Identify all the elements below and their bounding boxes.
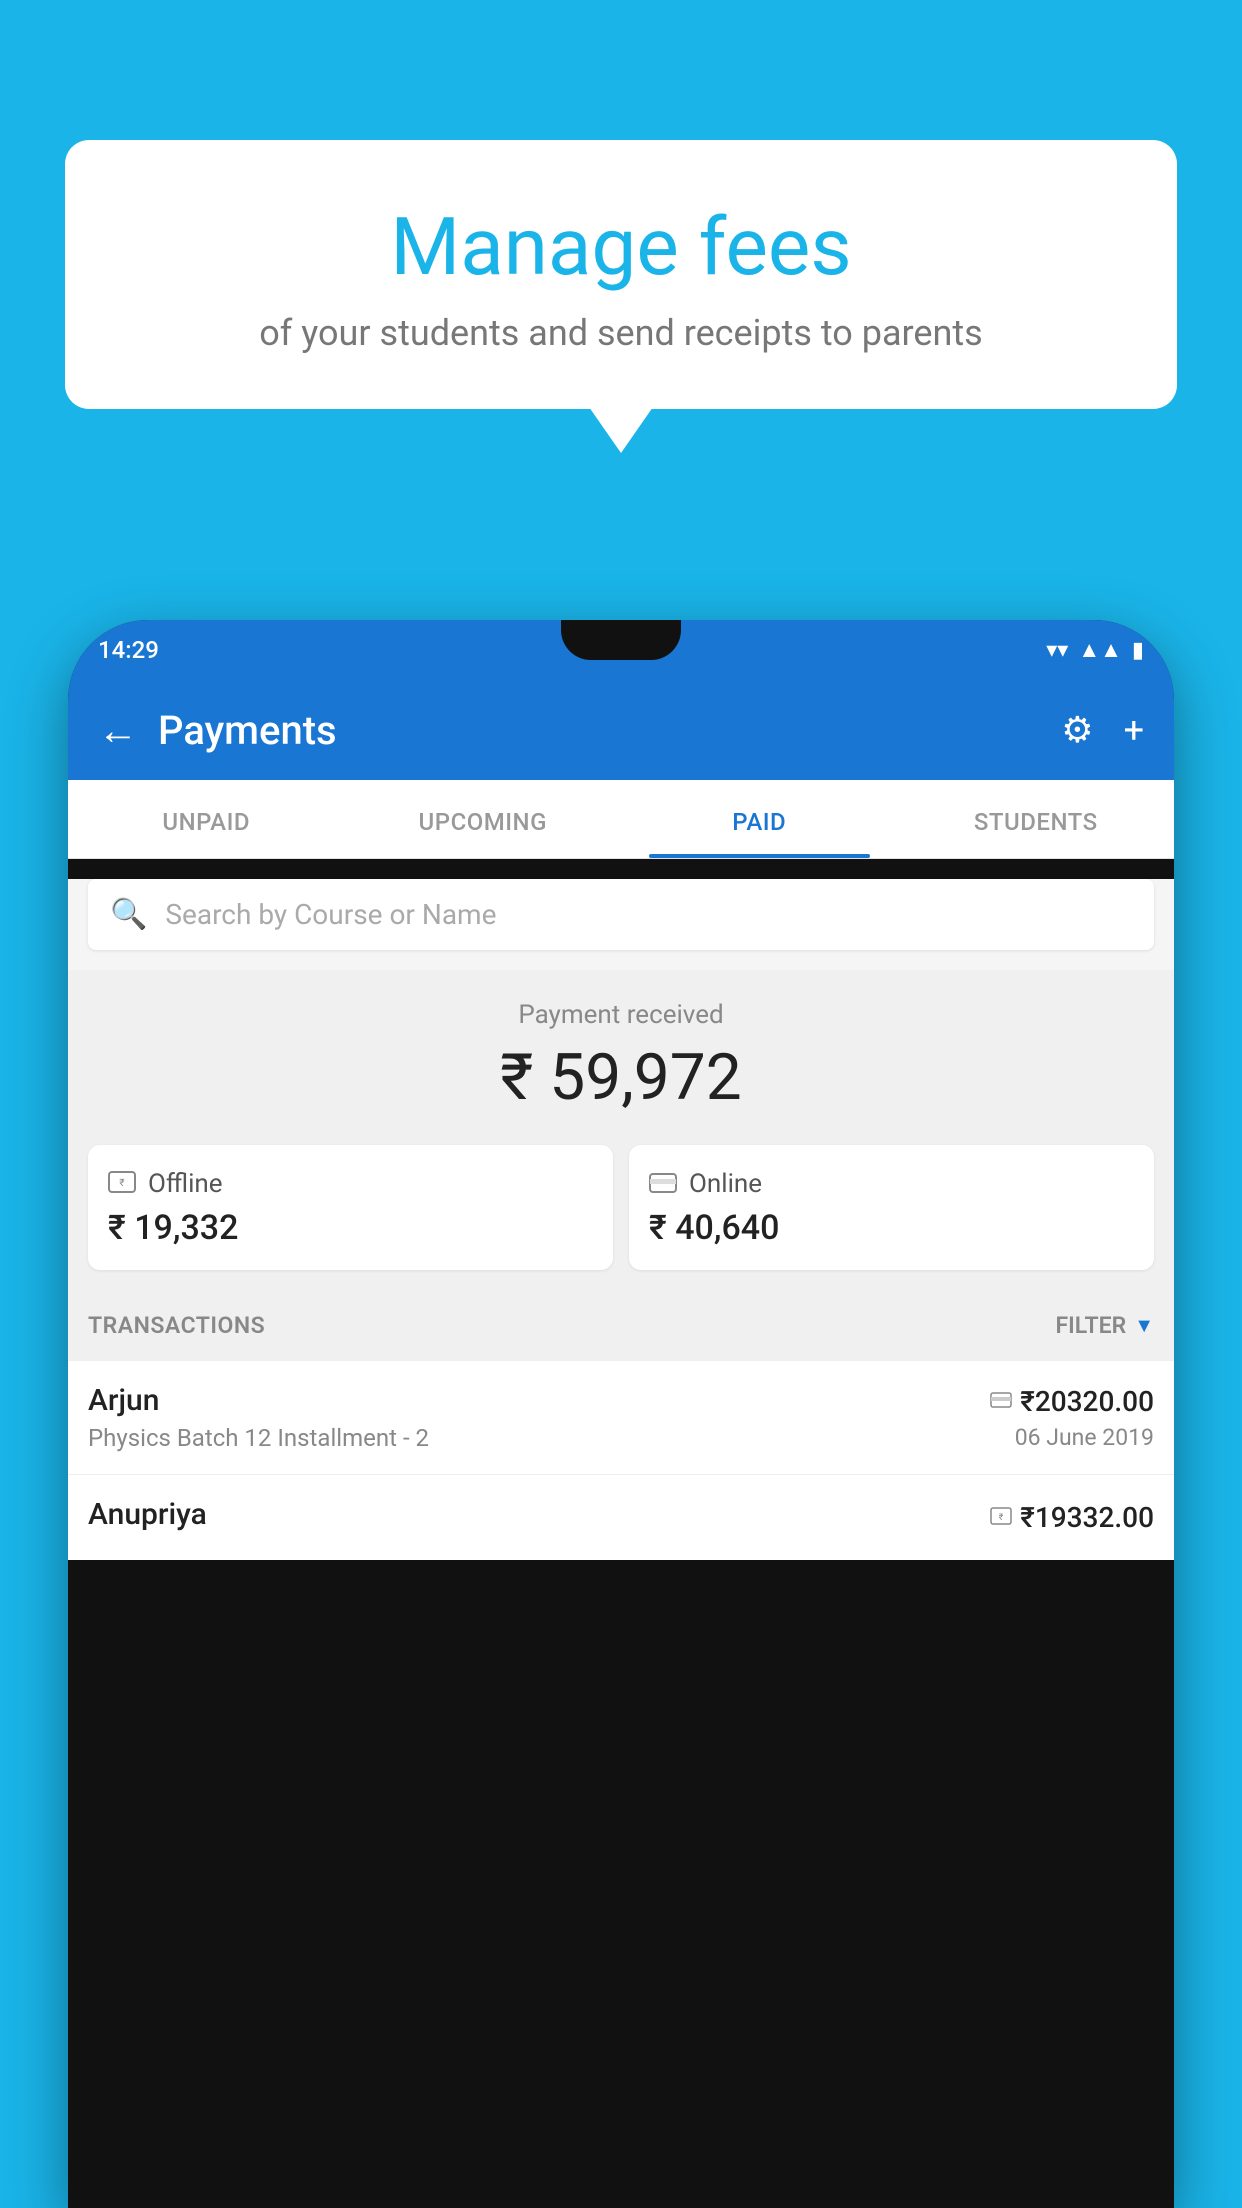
signal-icon: ▲▲: [1078, 637, 1122, 663]
filter-icon: ▼: [1134, 1313, 1154, 1338]
transactions-header: TRANSACTIONS FILTER ▼: [68, 1290, 1174, 1361]
status-bar: 14:29 ▾▾ ▲▲ ▮: [68, 620, 1174, 680]
tab-unpaid[interactable]: UNPAID: [68, 780, 345, 858]
tabs-bar: UNPAID UPCOMING PAID STUDENTS: [68, 780, 1174, 859]
add-icon[interactable]: +: [1124, 709, 1144, 751]
transactions-list: Arjun Physics Batch 12 Installment - 2 ₹…: [68, 1361, 1174, 1560]
tab-upcoming[interactable]: UPCOMING: [345, 780, 622, 858]
payment-summary: Payment received ₹ 59,972: [68, 970, 1174, 1145]
table-row[interactable]: Arjun Physics Batch 12 Installment - 2 ₹…: [68, 1361, 1174, 1475]
transaction-left: Arjun Physics Batch 12 Installment - 2: [88, 1383, 429, 1452]
online-label: Online: [689, 1169, 762, 1199]
tx-amount: ₹20320.00: [1020, 1385, 1154, 1418]
transaction-right-2: ₹ ₹19332.00: [990, 1501, 1154, 1534]
hero-subtitle: of your students and send receipts to pa…: [115, 312, 1127, 354]
course-name: Physics Batch 12 Installment - 2: [88, 1424, 429, 1452]
filter-label: FILTER: [1055, 1312, 1126, 1339]
transaction-right: ₹20320.00 06 June 2019: [990, 1385, 1154, 1451]
search-input[interactable]: Search by Course or Name: [165, 898, 496, 931]
status-time: 14:29: [98, 636, 159, 664]
content-area: 🔍 Search by Course or Name Payment recei…: [68, 879, 1174, 1560]
phone-notch: [561, 620, 681, 660]
online-card: Online ₹ 40,640: [629, 1145, 1154, 1270]
status-icons: ▾▾ ▲▲ ▮: [1046, 637, 1144, 663]
svg-text:₹: ₹: [119, 1178, 124, 1189]
tx-date: 06 June 2019: [990, 1424, 1154, 1451]
offline-card: ₹ Offline ₹ 19,332: [88, 1145, 613, 1270]
filter-button[interactable]: FILTER ▼: [1055, 1312, 1154, 1339]
student-name: Arjun: [88, 1383, 429, 1418]
card-icon: [990, 1389, 1012, 1414]
online-icon: [649, 1167, 677, 1200]
online-amount: ₹ 40,640: [649, 1208, 1134, 1248]
phone-frame: 14:29 ▾▾ ▲▲ ▮ ← Payments ⚙ + UNPAID UPCO…: [68, 620, 1174, 2208]
search-bar[interactable]: 🔍 Search by Course or Name: [88, 879, 1154, 950]
battery-icon: ▮: [1132, 638, 1144, 663]
payment-received-label: Payment received: [88, 1000, 1154, 1030]
tab-paid[interactable]: PAID: [621, 780, 898, 858]
tab-students[interactable]: STUDENTS: [898, 780, 1175, 858]
tx-amount-2: ₹19332.00: [1020, 1501, 1154, 1534]
hero-title: Manage fees: [115, 200, 1127, 294]
payment-method-cards: ₹ Offline ₹ 19,332 Online: [68, 1145, 1174, 1290]
table-row[interactable]: Anupriya ₹ ₹19332.00: [68, 1475, 1174, 1560]
cash-icon: ₹: [990, 1507, 1012, 1529]
page-title: Payments: [158, 707, 1061, 754]
transactions-label: TRANSACTIONS: [88, 1312, 265, 1339]
wifi-icon: ▾▾: [1046, 638, 1068, 663]
hero-card: Manage fees of your students and send re…: [65, 140, 1177, 409]
offline-icon: ₹: [108, 1167, 136, 1200]
student-name-2: Anupriya: [88, 1497, 207, 1532]
settings-icon[interactable]: ⚙: [1061, 709, 1093, 751]
transaction-left-2: Anupriya: [88, 1497, 207, 1538]
app-header: ← Payments ⚙ +: [68, 680, 1174, 780]
offline-amount: ₹ 19,332: [108, 1208, 593, 1248]
svg-text:₹: ₹: [999, 1513, 1004, 1523]
search-icon: 🔍: [110, 897, 147, 932]
back-button[interactable]: ←: [98, 707, 138, 754]
header-actions: ⚙ +: [1061, 709, 1144, 751]
total-amount: ₹ 59,972: [88, 1040, 1154, 1115]
offline-label: Offline: [148, 1169, 223, 1199]
